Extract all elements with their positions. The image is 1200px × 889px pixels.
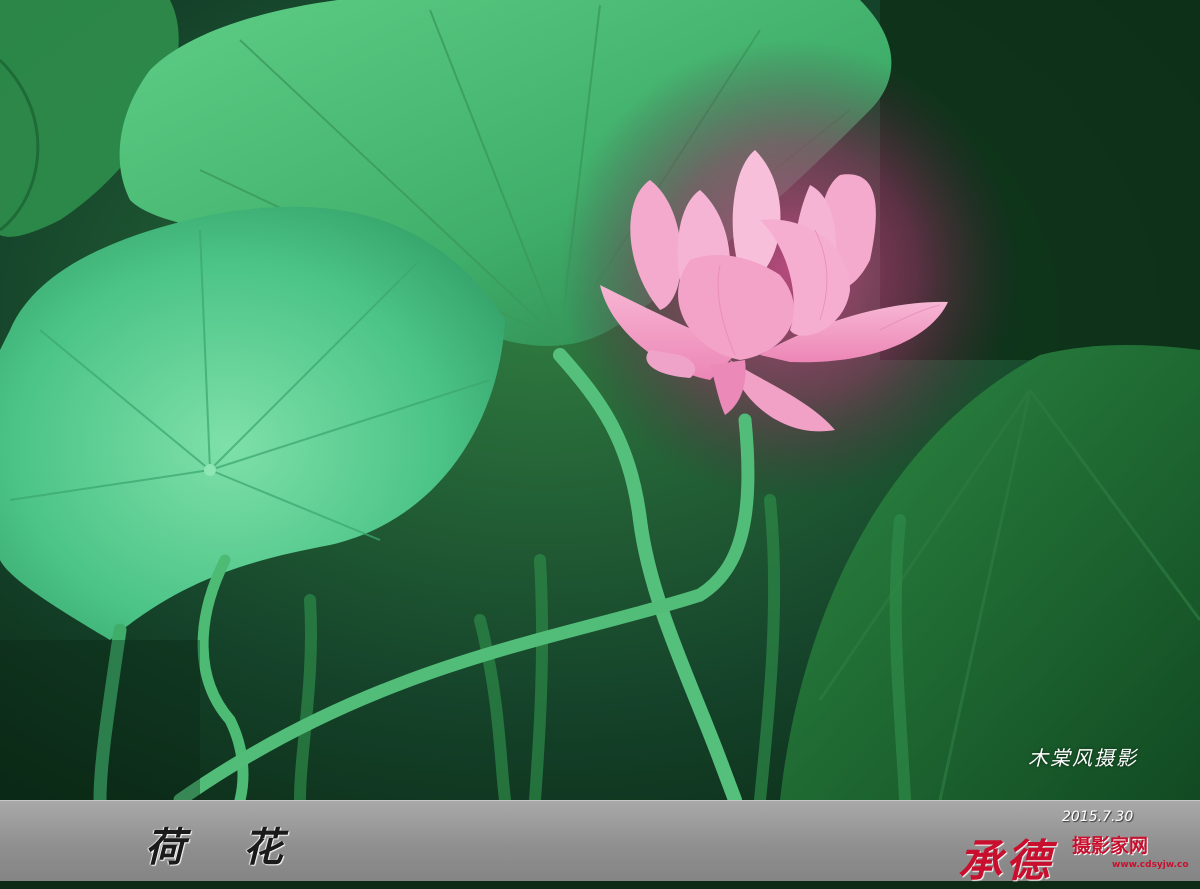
caption-title: 荷 花 xyxy=(145,824,305,871)
caption-bar: 荷 花 2015.7.30 承德 摄影家网 www.cdsyjw.co xyxy=(0,800,1200,887)
brand-logo-cursive: 承德 xyxy=(958,836,1054,887)
caption-date: 2015.7.30 xyxy=(1062,809,1134,825)
lotus-illustration xyxy=(0,0,1200,800)
lotus-photo xyxy=(0,0,1200,800)
photographer-signature: 木棠风摄影 xyxy=(1028,746,1138,770)
brand-url: www.cdsyjw.co xyxy=(1112,860,1189,870)
brand-name: 摄影家网 xyxy=(1072,835,1149,857)
